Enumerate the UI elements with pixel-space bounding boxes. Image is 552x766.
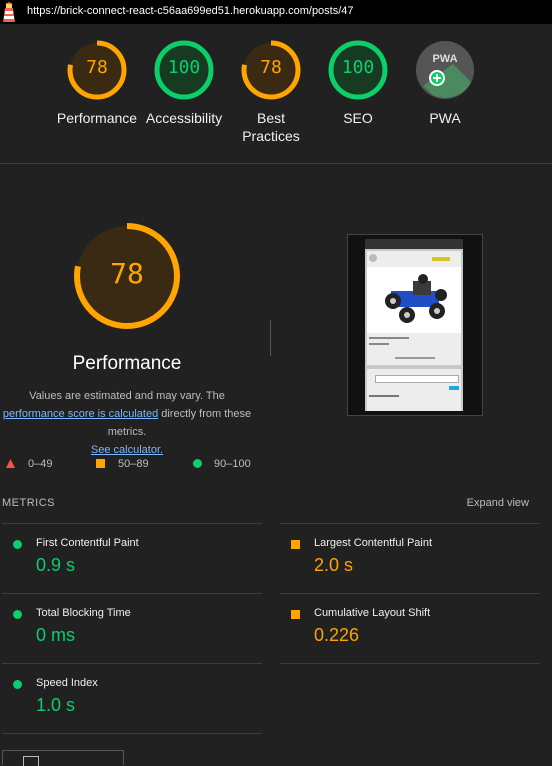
pwa-badge-text: PWA — [432, 53, 457, 65]
gauge-score: 78 — [86, 57, 108, 78]
pass-circle-icon — [13, 540, 22, 549]
gauge-performance[interactable]: 78 Performance — [57, 38, 137, 126]
gauge-score: 100 — [167, 57, 201, 78]
metric-value: 0.226 — [314, 625, 360, 645]
screenshot-page — [365, 239, 463, 411]
metric-value: 0 ms — [36, 625, 76, 645]
view-treemap-button[interactable] — [2, 750, 124, 766]
address-bar: https://brick-connect-react-c56aa699ed51… — [0, 0, 552, 24]
gauge-seo[interactable]: 100 SEO — [318, 38, 398, 126]
metrics-right-divider — [280, 663, 540, 664]
metric-value: 0.9 s — [36, 555, 76, 575]
gauge-pwa[interactable]: PWA PWA — [405, 38, 485, 126]
page-url[interactable]: https://brick-connect-react-c56aa699ed51… — [27, 5, 354, 17]
expand-view-toggle[interactable]: Expand view — [467, 497, 529, 509]
score-calculated-link[interactable]: performance score is calculated — [3, 408, 158, 420]
performance-score: 78 — [110, 257, 144, 290]
category-gauges: 78 Performance 100 Accessibility 78 Best… — [0, 38, 552, 148]
gauge-score: 78 — [260, 57, 282, 78]
pass-circle-icon — [13, 610, 22, 619]
treemap-icon — [23, 756, 39, 766]
metric-first-contentful-paint: First Contentful Paint 0.9 s — [2, 523, 262, 593]
gauge-score: 100 — [341, 57, 375, 78]
gauge-label: Accessibility — [145, 110, 223, 126]
performance-title: Performance — [72, 353, 182, 374]
circle-icon — [193, 459, 202, 468]
metric-total-blocking-time: Total Blocking Time 0 ms — [2, 593, 262, 663]
pass-circle-icon — [13, 680, 22, 689]
metric-cumulative-layout-shift: Cumulative Layout Shift 0.226 — [280, 593, 540, 663]
see-calculator-link[interactable]: See calculator. — [91, 444, 163, 456]
performance-description: Values are estimated and may vary. The p… — [2, 390, 252, 456]
gauge-best-practices[interactable]: 78 Best Practices — [231, 38, 311, 144]
lighthouse-icon — [3, 2, 15, 22]
gauge-accessibility[interactable]: 100 Accessibility — [144, 38, 224, 126]
metric-value: 2.0 s — [314, 555, 354, 575]
average-square-icon — [291, 540, 300, 549]
gauge-label: Best Practices — [242, 110, 300, 144]
section-divider — [0, 163, 552, 164]
gauge-label: PWA — [429, 110, 461, 126]
triangle-icon — [6, 459, 15, 468]
metrics-bottom-divider — [2, 733, 262, 734]
lego-kart-image — [385, 274, 447, 323]
metrics-heading: METRICS — [2, 497, 55, 509]
metric-value: 1.0 s — [36, 695, 76, 715]
performance-gauge: 78 — [72, 221, 182, 331]
average-square-icon — [291, 610, 300, 619]
metric-largest-contentful-paint: Largest Contentful Paint 2.0 s — [280, 523, 540, 593]
pwa-badge-icon: PWA — [416, 41, 474, 99]
square-icon — [96, 459, 105, 468]
final-screenshot[interactable] — [347, 234, 483, 416]
vertical-divider — [270, 320, 271, 356]
metric-speed-index: Speed Index 1.0 s — [2, 663, 262, 733]
